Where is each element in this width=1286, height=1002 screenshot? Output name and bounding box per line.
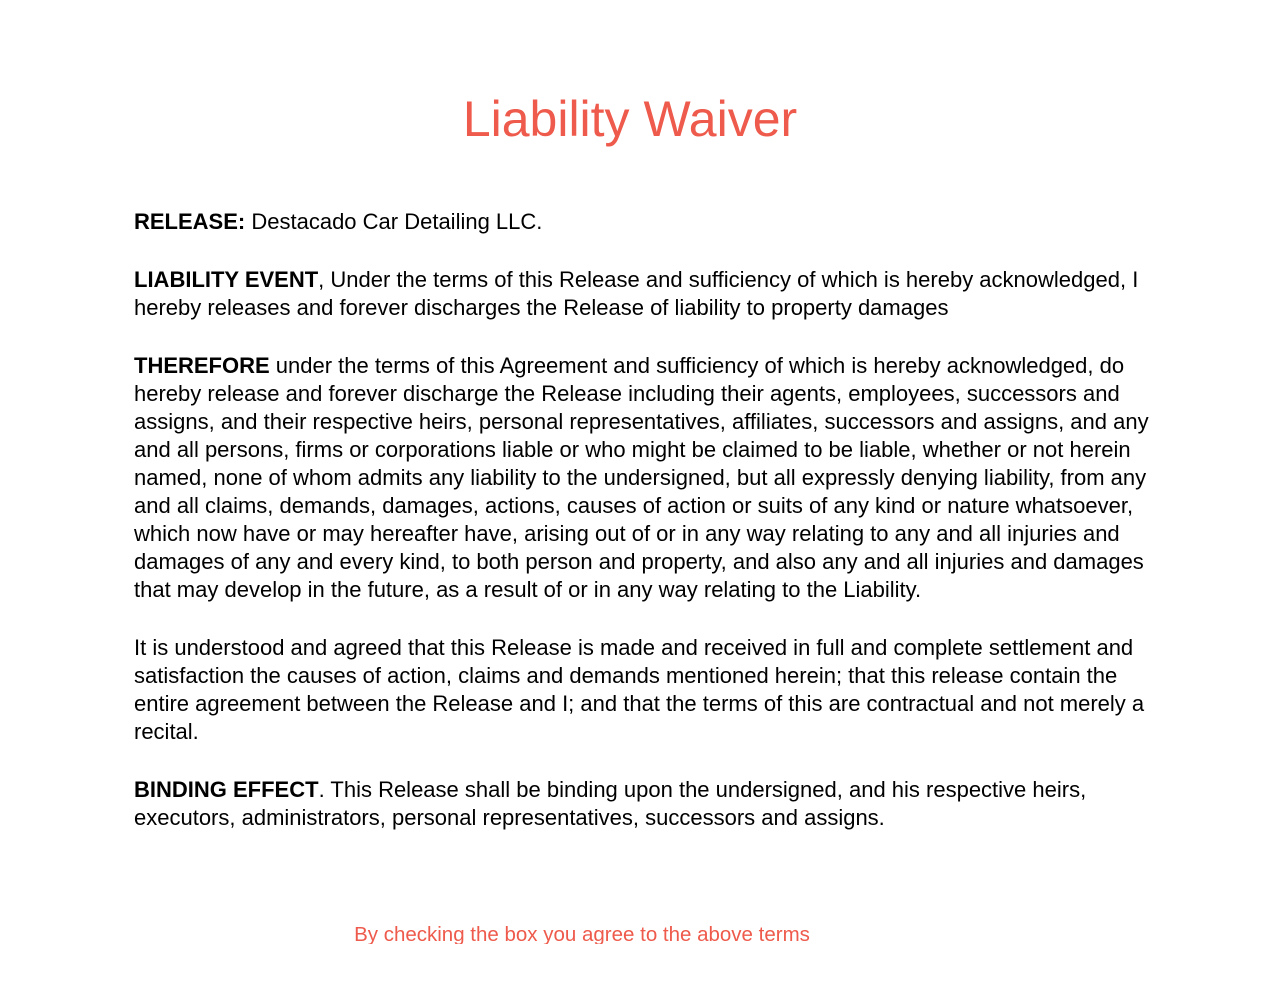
liability-event-paragraph: LIABILITY EVENT, Under the terms of this… — [134, 266, 1169, 322]
agree-terms-note: By checking the box you agree to the abo… — [354, 923, 810, 944]
release-paragraph: RELEASE: Destacado Car Detailing LLC. — [134, 208, 1169, 236]
binding-effect-paragraph: BINDING EFFECT. This Release shall be bi… — [134, 776, 1169, 832]
understood-text: It is understood and agreed that this Re… — [134, 635, 1145, 744]
therefore-label: THEREFORE — [134, 353, 270, 378]
waiver-body: RELEASE: Destacado Car Detailing LLC. LI… — [134, 208, 1169, 862]
therefore-text: under the terms of this Agreement and su… — [134, 353, 1149, 602]
therefore-paragraph: THEREFORE under the terms of this Agreem… — [134, 352, 1169, 604]
release-text: Destacado Car Detailing LLC. — [245, 209, 543, 234]
understood-paragraph: It is understood and agreed that this Re… — [134, 634, 1169, 746]
liability-event-label: LIABILITY EVENT — [134, 267, 319, 292]
binding-effect-label: BINDING EFFECT — [134, 777, 319, 802]
page-title: Liability Waiver — [462, 91, 798, 147]
release-label: RELEASE: — [134, 209, 246, 234]
